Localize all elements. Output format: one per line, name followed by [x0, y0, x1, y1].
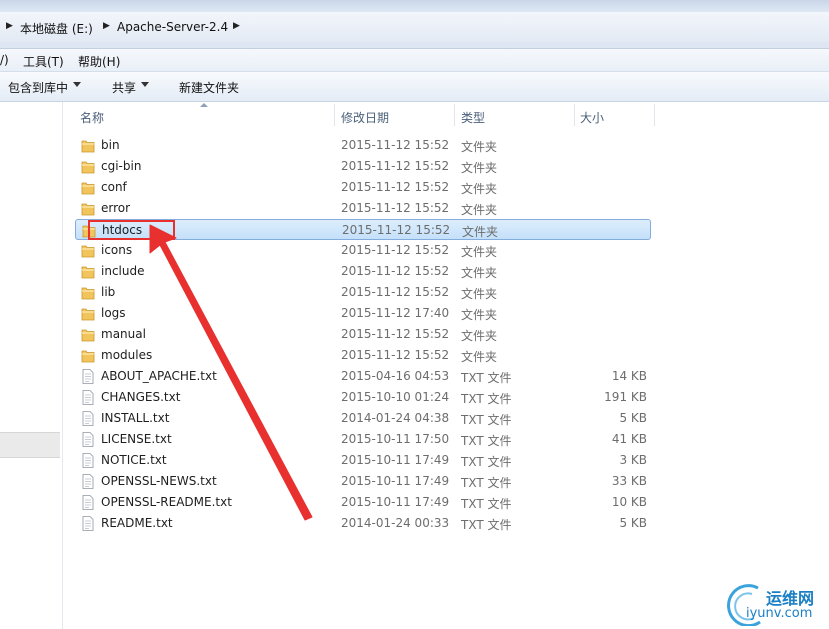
annotation-overlay: [149, 224, 313, 521]
watermark-en: iyunv.com: [746, 606, 813, 621]
red-arrow-icon: [149, 224, 313, 521]
